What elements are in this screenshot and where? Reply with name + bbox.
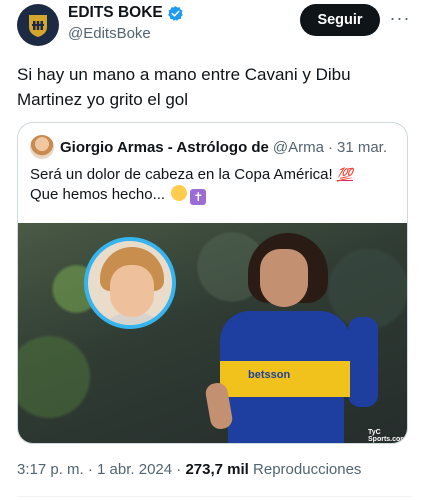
author-display-name[interactable]: EDITS BOKE	[68, 4, 163, 22]
author-avatar[interactable]	[17, 4, 59, 46]
tweet-meta: 3:17 p. m. · 1 abr. 2024 · 273,7 mil Rep…	[17, 461, 361, 478]
author-names: EDITS BOKE @EditsBoke	[68, 4, 184, 42]
quoted-tweet-header: Giorgio Armas - Astrólogo de @Arma · 31 …	[30, 135, 400, 159]
quoted-tweet-image[interactable]: betsson TyC Sports.com	[18, 223, 407, 443]
views-count: 273,7 mil	[185, 461, 249, 478]
hundred-points-emoji-icon: 💯	[336, 167, 354, 182]
quoted-text-line1: Será un dolor de cabeza en la Copa Améri…	[30, 166, 337, 183]
quoted-author-handle: @Arma	[272, 138, 324, 156]
more-dots-icon[interactable]: ···	[388, 6, 412, 30]
jersey-sponsor-text: betsson	[248, 369, 291, 381]
quoted-tweet[interactable]: Giorgio Armas - Astrólogo de @Arma · 31 …	[17, 122, 408, 444]
facepalm-emoji-icon	[171, 185, 188, 201]
image-credit-watermark: TyC Sports.com	[368, 429, 407, 443]
tweet-text: Si hay un mano a mano entre Cavani y Dib…	[17, 65, 351, 109]
quoted-author-name: Giorgio Armas - Astrólogo de	[60, 138, 269, 156]
views-label: Reproducciones	[253, 461, 362, 478]
tweet-header: EDITS BOKE @EditsBoke Seguir ···	[0, 0, 425, 56]
quoted-author-avatar	[30, 135, 54, 159]
meta-separator: ·	[87, 461, 93, 478]
author-handle[interactable]: @EditsBoke	[68, 25, 184, 42]
verified-badge-icon	[167, 5, 183, 21]
boke-crest-icon	[29, 15, 47, 37]
football-player-figure: betsson	[204, 233, 378, 443]
follow-button[interactable]: Seguir	[300, 4, 380, 36]
meta-separator-2: ·	[176, 461, 182, 478]
tweet-time[interactable]: 3:17 p. m.	[17, 461, 84, 478]
latin-cross-emoji-icon: ✝	[190, 189, 207, 205]
quoted-text-line2: Que hemos hecho...	[30, 186, 170, 203]
quoted-date: 31 mar.	[336, 138, 388, 156]
astrologer-portrait-inset	[84, 237, 176, 329]
quoted-tweet-text: Será un dolor de cabeza en la Copa Améri…	[30, 165, 400, 205]
tweet-date[interactable]: 1 abr. 2024	[97, 461, 172, 478]
quoted-separator: ·	[327, 138, 333, 156]
divider	[17, 496, 412, 497]
